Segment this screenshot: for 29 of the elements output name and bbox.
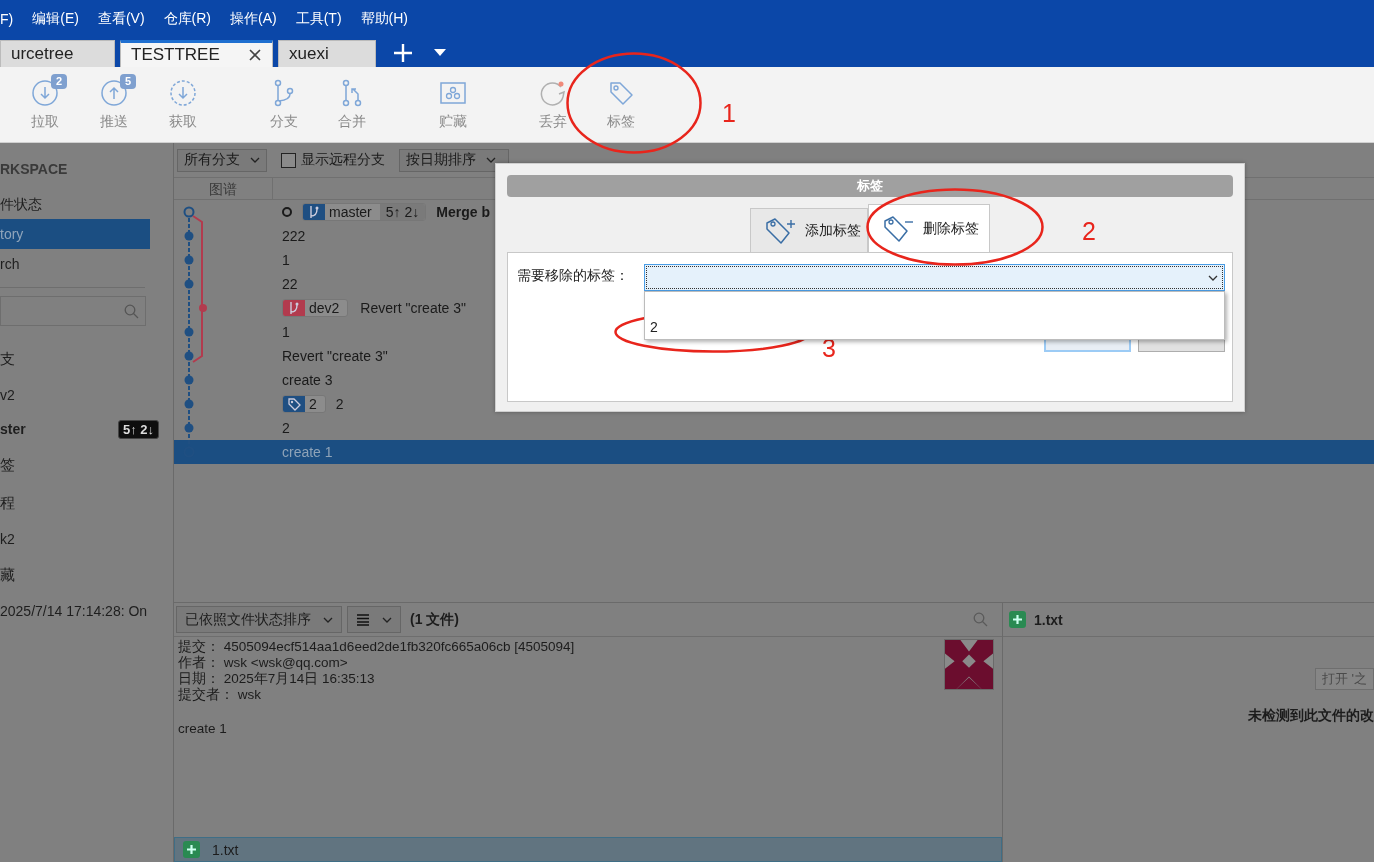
status-message: 未检测到此文件的改 (1248, 707, 1374, 725)
commit-message: Revert "create 3" (360, 300, 466, 316)
annotation-number: 1 (722, 101, 736, 126)
checkbox-label: 显示远程分支 (301, 151, 385, 169)
commit-message: 2 (335, 396, 344, 412)
file-name: 1.txt (1034, 611, 1063, 628)
commit-info-text: 日期： 2025年7月14日 16:35:13 (178, 671, 376, 687)
commit-message: create 1 (178, 721, 228, 737)
section-heading: 藏 (0, 565, 15, 585)
commit-message: create 1 (282, 444, 333, 460)
count-badge: 5 (120, 74, 137, 89)
column-header: 图谱 (174, 178, 273, 199)
file-count: (1 文件) (410, 610, 460, 629)
commit-message: 1 (282, 252, 290, 268)
commit-message: Merge b (436, 204, 490, 220)
dialog-title: 标签 (507, 175, 1233, 197)
commit-message: create 3 (282, 372, 333, 388)
commit-message: 2 (282, 420, 290, 436)
section-header: RKSPACE (0, 161, 69, 179)
section-heading: 签 (0, 455, 15, 475)
annotation-number: 2 (1082, 219, 1096, 244)
field-label: 需要移除的标签： (517, 267, 629, 285)
count-badge: 2 (51, 74, 68, 89)
section-heading: 程 (0, 493, 15, 513)
commit-info-text: 提交： 4505094ecf514aa1d6eed2de1fb320fc665a06cb [4505094] (178, 639, 576, 655)
commit-info-text: 提交者： wsk (178, 687, 262, 703)
section-heading: 支 (0, 349, 15, 369)
ahead-behind-badge: 5↑ 2↓ (117, 419, 159, 439)
commit-info-text: 作者： wsk <wsk@qq.com> (178, 655, 349, 671)
